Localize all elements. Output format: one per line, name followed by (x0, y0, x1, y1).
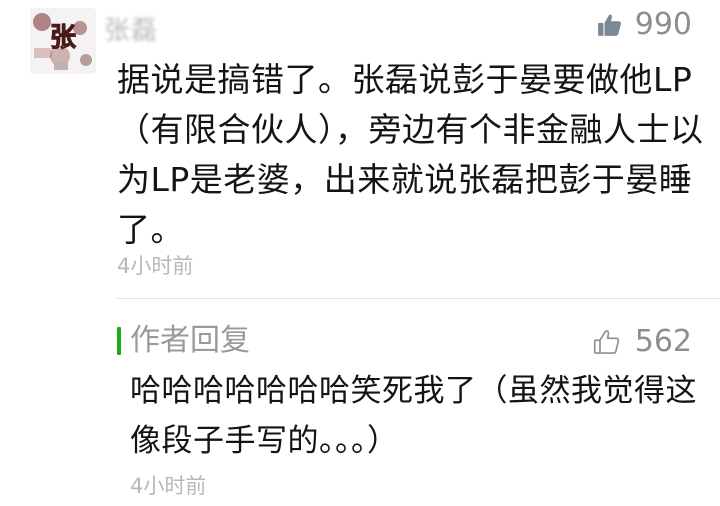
avatar-image: 张 (30, 8, 96, 74)
reply-timestamp: 4小时前 (130, 474, 207, 498)
comment-timestamp: 4小时前 (117, 254, 194, 278)
author-reply: 作者回复 562 哈哈哈哈哈哈哈笑死我了（虽然我觉得这像段子手写的。。。） 4小… (0, 300, 720, 506)
reply-like-count: 562 (634, 324, 692, 359)
avatar-initial: 张 (50, 23, 77, 53)
thumbs-up-outline-icon (593, 330, 619, 354)
reply-accent-bar (117, 327, 121, 355)
avatar[interactable]: 张 (30, 8, 96, 74)
comment-text: 据说是搞错了。张磊说彭于晏要做他LP（有限合伙人），旁边有个非金融人士以为LP是… (117, 60, 704, 249)
comment-item: 张 张磊 990 据说是搞错了。张磊说彭于晏要做他LP（有限合伙人），旁边有个非… (0, 0, 720, 300)
like-count: 990 (634, 7, 692, 42)
author-reply-label: 作者回复 (130, 323, 250, 358)
divider (117, 298, 720, 299)
reply-text: 哈哈哈哈哈哈哈笑死我了（虽然我觉得这像段子手写的。。。） (130, 373, 697, 459)
thumbs-up-filled-icon (597, 14, 621, 36)
like-button[interactable]: 990 (597, 8, 692, 42)
username[interactable]: 张磊 (104, 10, 158, 47)
reply-like-button[interactable]: 562 (593, 324, 692, 360)
